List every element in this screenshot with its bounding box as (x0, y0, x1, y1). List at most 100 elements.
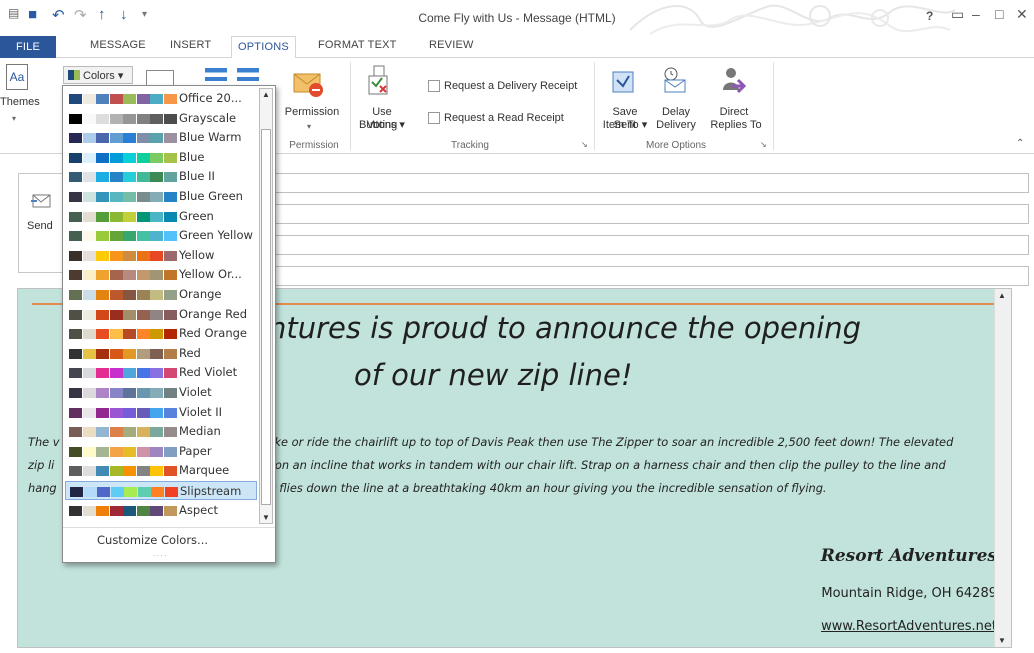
paragraph-line2-left: zip li (28, 458, 55, 472)
themes-button[interactable]: Themes (0, 96, 40, 109)
delivery-receipt-checkbox[interactable] (428, 80, 440, 92)
tab-message[interactable]: MESSAGE (90, 39, 146, 51)
color-scheme-item[interactable]: Blue (65, 148, 257, 167)
color-swatch (109, 192, 123, 202)
send-button[interactable]: Send (18, 173, 66, 273)
tab-options[interactable]: OPTIONS (231, 36, 296, 59)
voting-icon[interactable] (366, 64, 392, 98)
color-swatch (82, 192, 96, 202)
signature-link[interactable]: www.ResortAdventures.net (821, 619, 997, 634)
color-swatch (82, 290, 96, 300)
dropdown-separator (63, 527, 275, 528)
dropdown-scroll-down-icon[interactable]: ▼ (262, 513, 270, 522)
ribbon-display-icon[interactable]: ▭ (951, 6, 964, 23)
color-scheme-name: Violet (179, 385, 212, 399)
color-scheme-item[interactable]: Red (65, 344, 257, 363)
themes-icon[interactable]: Aa (6, 64, 28, 90)
color-scheme-item[interactable]: Yellow Or... (65, 265, 257, 284)
permission-button[interactable]: Permission (282, 106, 342, 119)
color-swatch (136, 427, 150, 438)
read-receipt-checkbox[interactable] (428, 112, 440, 124)
color-swatch (69, 348, 82, 359)
close-icon[interactable]: ✕ (1016, 6, 1028, 23)
color-scheme-item[interactable]: Median (65, 422, 257, 441)
color-scheme-name: Green (179, 208, 214, 223)
tab-review[interactable]: REVIEW (429, 39, 474, 51)
color-swatch (96, 466, 109, 477)
delay-line1[interactable]: Delay (658, 106, 694, 119)
colors-button[interactable]: Colors ▾ (63, 66, 133, 84)
color-scheme-item[interactable]: Green Yellow (65, 226, 257, 245)
color-scheme-item[interactable]: Violet II (65, 403, 257, 422)
collapse-ribbon-icon[interactable]: ⌃ (1016, 138, 1024, 149)
direct-line2[interactable]: Replies To (708, 119, 764, 132)
dropdown-scrollbar[interactable]: ▲ ▼ (259, 88, 273, 524)
scroll-down-icon[interactable]: ▼ (998, 636, 1006, 645)
color-swatch (82, 211, 96, 222)
color-scheme-item[interactable]: Orange Red (65, 305, 257, 324)
color-swatch (69, 446, 82, 457)
save-sent-line2[interactable]: Item To ▾ (602, 119, 648, 132)
tab-format-text[interactable]: FORMAT TEXT (318, 39, 397, 51)
color-scheme-item[interactable]: Violet (65, 383, 257, 402)
color-scheme-item[interactable]: Red Violet (65, 363, 257, 382)
delay-delivery-icon[interactable] (661, 66, 687, 94)
dropdown-scroll-thumb[interactable] (261, 129, 271, 505)
color-scheme-item[interactable]: Office 20... (65, 89, 257, 108)
color-scheme-name: Blue Warm (179, 130, 242, 145)
cc-field[interactable] (258, 204, 1029, 224)
color-scheme-name: Orange (179, 287, 222, 301)
more-options-launcher-icon[interactable]: ↘ (760, 140, 767, 149)
color-swatch (136, 466, 150, 477)
subject-field[interactable] (258, 266, 1029, 286)
color-scheme-item[interactable]: Blue Green (65, 187, 257, 206)
customize-colors-option[interactable]: Customize Colors... (97, 533, 208, 547)
tab-file[interactable]: FILE (0, 36, 56, 58)
voting-line2[interactable]: Buttons ▾ (356, 119, 408, 132)
resize-grip-icon[interactable]: ···· (153, 551, 168, 560)
help-icon[interactable]: ? (926, 9, 933, 23)
color-swatch (96, 231, 109, 242)
color-swatch (109, 133, 123, 144)
tab-insert[interactable]: INSERT (170, 39, 211, 51)
maximize-icon[interactable]: □ (995, 6, 1003, 22)
send-icon (31, 194, 51, 208)
color-scheme-item[interactable]: Green (65, 207, 257, 226)
color-swatch (109, 407, 123, 418)
color-scheme-item[interactable]: Grayscale (65, 109, 257, 128)
color-scheme-name: Marquee (179, 463, 230, 478)
color-scheme-item[interactable]: Red Orange (65, 324, 257, 343)
ribbon-tabs: FILE MESSAGE INSERT OPTIONS FORMAT TEXT … (0, 36, 1034, 59)
bcc-field[interactable] (258, 235, 1029, 255)
color-scheme-item[interactable]: Blue Warm (65, 128, 257, 147)
color-scheme-item[interactable]: Orange (65, 285, 257, 304)
scroll-up-icon[interactable]: ▲ (998, 291, 1006, 300)
color-scheme-item[interactable]: Aspect (65, 501, 257, 520)
color-swatch (96, 348, 109, 359)
color-scheme-item[interactable]: Yellow (65, 246, 257, 265)
color-swatch (150, 211, 163, 222)
color-scheme-item[interactable]: Paper (65, 442, 257, 461)
permission-icon[interactable] (292, 68, 324, 98)
color-scheme-name: Aspect (179, 502, 219, 517)
color-swatch (123, 329, 136, 340)
color-swatch (96, 250, 109, 261)
color-scheme-item[interactable]: Blue II (65, 167, 257, 186)
body-scrollbar[interactable]: ▲ ▼ (994, 289, 1011, 647)
dropdown-scroll-up-icon[interactable]: ▲ (262, 90, 270, 99)
direct-replies-icon[interactable] (720, 66, 746, 94)
color-swatch (150, 329, 163, 340)
themes-dropdown-icon: ▾ (12, 114, 17, 123)
color-scheme-item[interactable]: Slipstream (65, 481, 257, 500)
save-sent-icon[interactable] (611, 70, 635, 94)
color-swatch (69, 329, 82, 340)
read-receipt-label[interactable]: Request a Read Receipt (444, 112, 564, 125)
direct-line1[interactable]: Direct (716, 106, 752, 119)
to-field[interactable] (258, 173, 1029, 193)
tracking-launcher-icon[interactable]: ↘ (581, 140, 588, 149)
color-scheme-item[interactable]: Marquee (65, 461, 257, 480)
delay-line2[interactable]: Delivery (656, 119, 696, 132)
signature-address: Mountain Ridge, OH 64289 (821, 586, 997, 601)
minimize-icon[interactable]: – (972, 6, 980, 22)
delivery-receipt-label[interactable]: Request a Delivery Receipt (444, 80, 577, 93)
